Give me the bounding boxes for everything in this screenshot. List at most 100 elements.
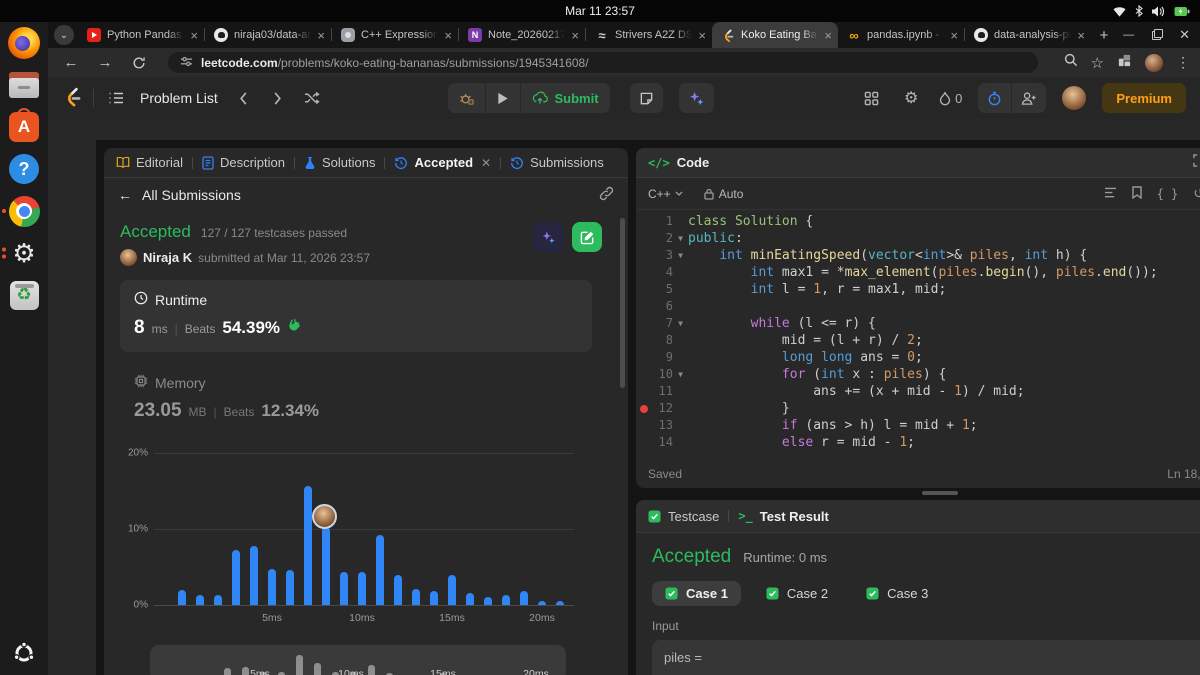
chart-bar[interactable] xyxy=(232,550,240,605)
chart-bar[interactable] xyxy=(430,590,438,605)
panel-drag-handle[interactable] xyxy=(922,491,958,495)
dock-item-app-center[interactable]: A xyxy=(0,106,48,148)
undo-icon[interactable]: ↺ xyxy=(1193,185,1200,202)
panel-tab-description[interactable]: Description xyxy=(202,155,285,170)
dock-item-chrome[interactable] xyxy=(0,190,48,232)
shuffle-icon[interactable] xyxy=(300,86,324,110)
extensions-icon[interactable] xyxy=(1117,53,1132,73)
bookmark-icon[interactable] xyxy=(1131,185,1142,202)
browser-tab-7[interactable]: ∞ pandas.ipynb - Cola × xyxy=(838,22,964,48)
ai-sparkles-button[interactable] xyxy=(678,83,714,113)
close-tab-icon[interactable]: ✕ xyxy=(481,156,491,170)
dock-item-trash[interactable]: ♻ xyxy=(0,274,48,316)
browser-tab-6[interactable]: Koko Eating Banana × xyxy=(712,22,838,48)
streak-counter[interactable]: 0 xyxy=(939,91,962,106)
browser-tab-3[interactable]: C++ Expression Tre × xyxy=(332,22,458,48)
zoom-icon[interactable] xyxy=(1064,53,1078,72)
case-tab-1[interactable]: Case 1 xyxy=(652,581,741,606)
input-value-box[interactable]: piles = xyxy=(652,640,1200,675)
panel-tab-editorial[interactable]: Editorial xyxy=(116,155,183,170)
panel-tab-solutions[interactable]: Solutions xyxy=(304,155,375,170)
premium-button[interactable]: Premium xyxy=(1102,83,1186,113)
bookmark-star-icon[interactable]: ☆ xyxy=(1091,54,1104,72)
browser-tab-8[interactable]: data-analysis-practi × xyxy=(965,22,1091,48)
chart-bar[interactable] xyxy=(268,569,276,605)
close-window-button[interactable]: ✕ xyxy=(1179,27,1190,43)
chart-brush-minimap[interactable]: 5ms 10ms 15ms 20ms xyxy=(150,645,566,675)
code-line-14[interactable]: 14 else r = mid - 1; xyxy=(636,434,1200,451)
copy-link-icon[interactable] xyxy=(599,186,614,204)
breakpoint-icon[interactable] xyxy=(636,404,651,413)
chart-bar[interactable] xyxy=(538,601,546,605)
browser-tab-2[interactable]: niraja03/data-analy × xyxy=(205,22,331,48)
chart-bar[interactable] xyxy=(196,595,204,605)
chart-bar[interactable] xyxy=(178,589,186,605)
fold-chevron-icon[interactable]: ▼ xyxy=(673,247,688,264)
tab-search-button[interactable]: ⌄ xyxy=(54,25,74,45)
code-line-2[interactable]: 2 ▼ public: xyxy=(636,230,1200,247)
dock-item-help[interactable]: ? xyxy=(0,148,48,190)
tab-close-icon[interactable]: × xyxy=(571,29,579,42)
all-submissions-row[interactable]: ← All Submissions xyxy=(104,178,628,212)
tab-testcase[interactable]: Testcase xyxy=(648,509,719,524)
leetcode-logo[interactable] xyxy=(62,84,83,113)
case-tab-2[interactable]: Case 2 xyxy=(753,581,841,606)
system-clock[interactable]: Mar 11 23:57 xyxy=(565,4,635,18)
dock-item-ubuntu-launcher[interactable] xyxy=(0,635,48,671)
panel-tab-accepted[interactable]: Accepted ✕ xyxy=(394,155,491,170)
code-line-8[interactable]: 8 mid = (l + r) / 2; xyxy=(636,332,1200,349)
new-tab-button[interactable]: + xyxy=(1091,22,1117,48)
language-selector[interactable]: C++ xyxy=(648,187,683,201)
dock-item-files[interactable] xyxy=(0,64,48,106)
code-line-5[interactable]: 5 int l = 1, r = max1, mid; xyxy=(636,281,1200,298)
restore-button[interactable] xyxy=(1152,28,1164,40)
site-settings-icon[interactable] xyxy=(180,55,193,71)
minimize-button[interactable]: — xyxy=(1123,29,1134,41)
forward-button[interactable]: → xyxy=(92,50,118,76)
fold-chevron-icon[interactable]: ▼ xyxy=(673,315,688,332)
chart-bar[interactable] xyxy=(484,596,492,605)
chart-bar[interactable] xyxy=(358,572,366,605)
code-line-6[interactable]: 6 xyxy=(636,298,1200,315)
auto-save-toggle[interactable]: Auto xyxy=(704,187,743,201)
code-line-1[interactable]: 1 class Solution { xyxy=(636,213,1200,230)
chart-bar[interactable] xyxy=(466,592,474,605)
code-line-12[interactable]: 12 } xyxy=(636,400,1200,417)
code-line-7[interactable]: 7 ▼ while (l <= r) { xyxy=(636,315,1200,332)
notes-button[interactable] xyxy=(629,83,663,113)
runtime-distribution-chart[interactable]: 0% 10% 20% 5ms 10ms 15ms 20ms xyxy=(104,440,628,632)
chart-bar[interactable] xyxy=(286,570,294,605)
edit-solution-button[interactable] xyxy=(572,222,602,252)
problem-list-icon[interactable] xyxy=(104,86,128,110)
analyze-ai-button[interactable] xyxy=(533,222,563,252)
code-line-4[interactable]: 4 int max1 = *max_element(piles.begin(),… xyxy=(636,264,1200,281)
code-editor[interactable]: 1 class Solution {2 ▼ public: 3 ▼ int minEati… xyxy=(636,210,1200,460)
reload-button[interactable] xyxy=(126,50,152,76)
chart-bar[interactable] xyxy=(250,546,258,605)
runtime-card[interactable]: Runtime 8 ms | Beats 54.39% xyxy=(120,280,592,352)
user-avatar[interactable] xyxy=(1062,86,1087,110)
address-bar[interactable]: leetcode.com/problems/koko-eating-banana… xyxy=(168,52,1038,73)
chart-bar[interactable] xyxy=(340,572,348,605)
browser-menu-icon[interactable]: ⋮ xyxy=(1176,54,1190,71)
chart-bar[interactable] xyxy=(502,595,510,605)
all-submissions-label[interactable]: All Submissions xyxy=(142,187,241,203)
panel-tab-submissions[interactable]: Submissions xyxy=(510,155,604,170)
tab-close-icon[interactable]: × xyxy=(444,29,452,42)
debug-button[interactable] xyxy=(448,83,485,113)
author-name[interactable]: Niraja K xyxy=(143,250,192,265)
prev-problem-icon[interactable] xyxy=(232,86,256,110)
tab-close-icon[interactable]: × xyxy=(1077,29,1085,42)
code-line-3[interactable]: 3 ▼ int minEatingSpeed(vector<int>& piles… xyxy=(636,247,1200,264)
back-button[interactable]: ← xyxy=(58,50,84,76)
tab-test-result[interactable]: >_ Test Result xyxy=(738,509,829,524)
chart-bar[interactable] xyxy=(394,574,402,605)
tab-close-icon[interactable]: × xyxy=(317,29,325,42)
case-tab-3[interactable]: Case 3 xyxy=(853,581,941,606)
chart-bar[interactable] xyxy=(412,589,420,605)
run-button[interactable] xyxy=(486,83,520,113)
fold-chevron-icon[interactable]: ▼ xyxy=(673,366,688,383)
invite-button[interactable] xyxy=(1012,83,1046,113)
browser-profile-avatar[interactable] xyxy=(1145,53,1163,72)
code-line-10[interactable]: 10 ▼ for (int x : piles) { xyxy=(636,366,1200,383)
